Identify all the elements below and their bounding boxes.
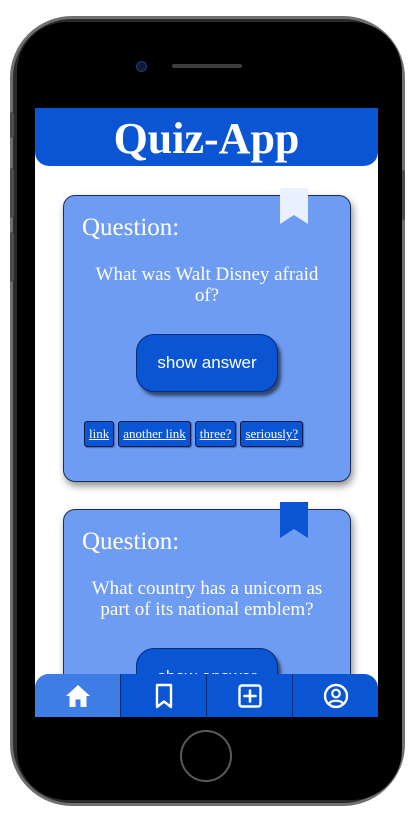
tag-list: link another link three? seriously? (84, 421, 304, 447)
nav-add[interactable] (207, 674, 293, 717)
volume-up-button (10, 168, 14, 218)
nav-profile[interactable] (293, 674, 378, 717)
front-camera (136, 61, 147, 72)
tag-link[interactable]: three? (194, 421, 237, 447)
home-button[interactable] (180, 730, 232, 782)
tag-link[interactable]: link (84, 421, 115, 447)
mute-switch (10, 112, 14, 138)
nav-home[interactable] (35, 674, 121, 717)
nav-bookmarks[interactable] (121, 674, 207, 717)
tag-link[interactable]: seriously? (240, 421, 304, 447)
app-title: Quiz-App (113, 114, 300, 163)
question-card: Question: What was Walt Disney afraid of… (63, 188, 351, 482)
tag-link[interactable]: another link (118, 421, 191, 447)
volume-down-button (10, 232, 14, 282)
app-header: Quiz-App (35, 108, 378, 166)
bookmark-icon[interactable] (280, 188, 308, 224)
add-square-icon (237, 683, 262, 708)
profile-icon (323, 683, 348, 708)
question-label: Question: (82, 528, 180, 555)
earpiece-speaker (172, 64, 242, 68)
question-label: Question: (82, 214, 180, 241)
app-screen: Quiz-App Question: What was Walt Disney … (35, 108, 378, 717)
question-text: What country has a unicorn as part of it… (91, 578, 323, 620)
home-icon (65, 684, 90, 707)
bookmark-icon (155, 683, 172, 708)
bookmark-filled-icon[interactable] (280, 502, 308, 538)
bottom-nav (35, 674, 378, 717)
show-answer-button[interactable]: show answer (136, 334, 278, 392)
question-text: What was Walt Disney afraid of? (95, 264, 319, 306)
